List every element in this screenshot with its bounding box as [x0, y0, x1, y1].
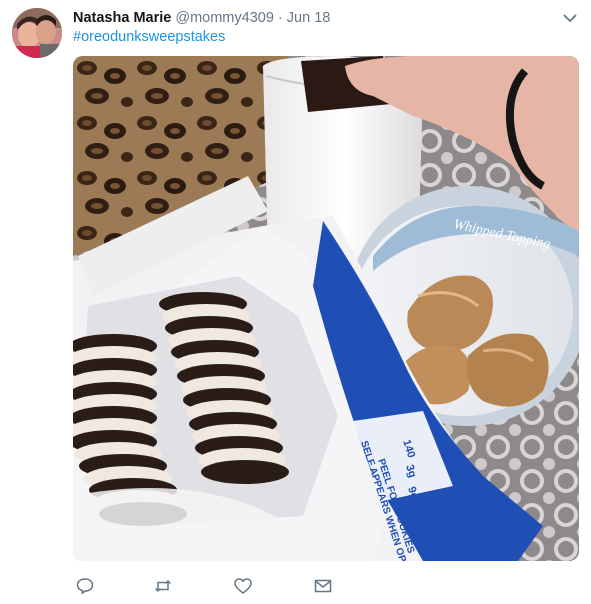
- tweet-header: Natasha Marie @mommy4309 · Jun 18: [73, 10, 330, 26]
- author-handle[interactable]: @mommy4309: [175, 10, 274, 26]
- hashtag-link[interactable]: #oreodunksweepstakes: [73, 29, 225, 45]
- retweet-icon[interactable]: [153, 576, 173, 596]
- chevron-down-icon[interactable]: [561, 9, 579, 27]
- avatar[interactable]: [12, 8, 62, 58]
- tweet-photo[interactable]: Whipped Topping SELF APPEARS WHEN OPENED…: [73, 56, 579, 561]
- tweet-date[interactable]: Jun 18: [287, 10, 331, 26]
- tweet-card[interactable]: Natasha Marie @mommy4309 · Jun 18 #oreod…: [0, 0, 591, 604]
- envelope-icon[interactable]: [313, 576, 333, 596]
- heart-icon[interactable]: [233, 576, 253, 596]
- separator-dot: ·: [273, 10, 287, 26]
- tweet-action-bar: [73, 576, 579, 596]
- reply-icon[interactable]: [75, 576, 95, 596]
- author-name[interactable]: Natasha Marie: [73, 10, 171, 26]
